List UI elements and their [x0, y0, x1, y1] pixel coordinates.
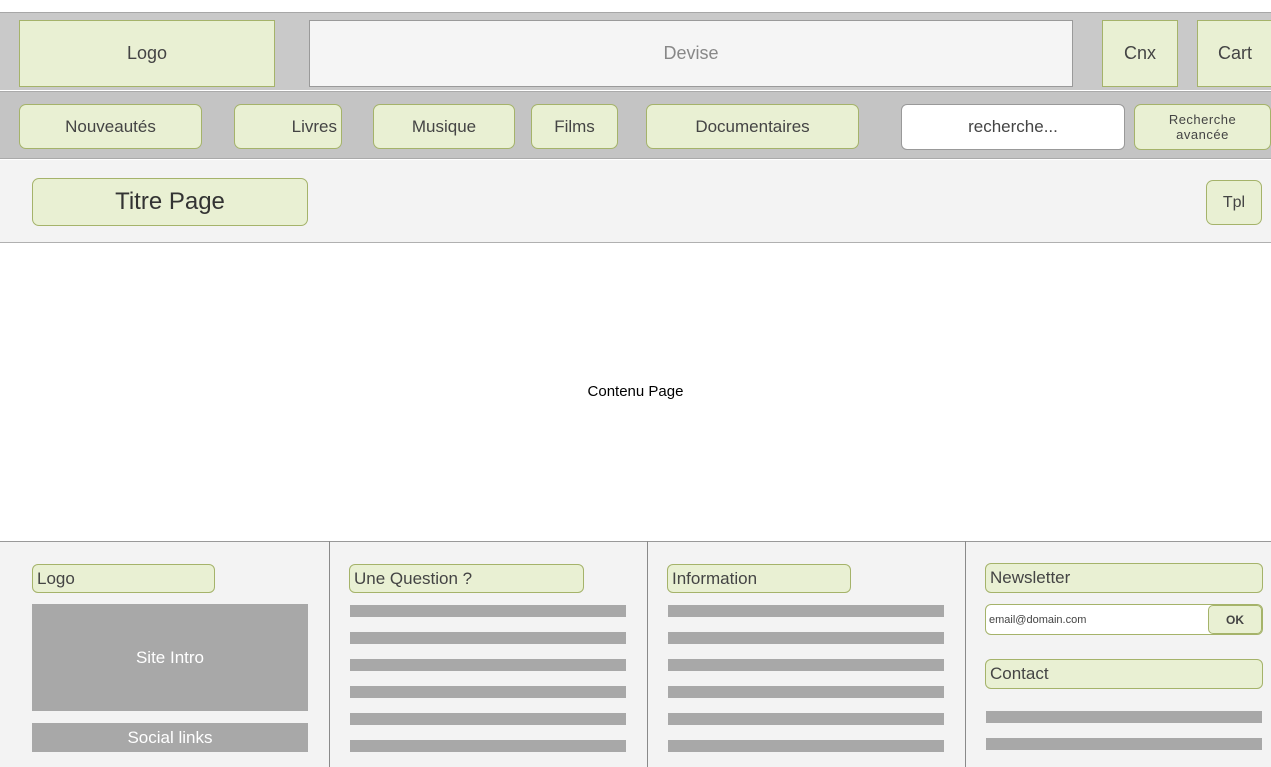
nav-item-nouveautes[interactable]: Nouveautés	[19, 104, 202, 149]
newsletter-heading: Newsletter	[985, 563, 1263, 593]
placeholder-line	[350, 605, 626, 617]
newsletter-ok-button[interactable]: OK	[1208, 605, 1262, 634]
footer-divider	[647, 541, 648, 767]
placeholder-line	[350, 659, 626, 671]
tagline-banner: Devise	[309, 20, 1073, 87]
footer-divider	[329, 541, 330, 767]
site-intro-block: Site Intro	[32, 604, 308, 711]
placeholder-line	[668, 713, 944, 725]
cart-button[interactable]: Cart	[1197, 20, 1271, 87]
placeholder-line	[350, 632, 626, 644]
nav-item-documentaires[interactable]: Documentaires	[646, 104, 859, 149]
information-heading: Information	[667, 564, 851, 593]
placeholder-line	[668, 605, 944, 617]
placeholder-line	[350, 686, 626, 698]
header-logo[interactable]: Logo	[19, 20, 275, 87]
placeholder-line	[668, 740, 944, 752]
page-title: Titre Page	[32, 178, 308, 226]
search-input[interactable]: recherche...	[901, 104, 1125, 150]
placeholder-line	[986, 738, 1262, 750]
nav-item-musique[interactable]: Musique	[373, 104, 515, 149]
footer-logo[interactable]: Logo	[32, 564, 215, 593]
placeholder-line	[668, 686, 944, 698]
placeholder-line	[668, 632, 944, 644]
advanced-search-button[interactable]: Recherche avancée	[1134, 104, 1271, 150]
placeholder-line	[986, 711, 1262, 723]
social-links[interactable]: Social links	[32, 723, 308, 752]
question-heading: Une Question ?	[349, 564, 584, 593]
nav-item-films[interactable]: Films	[531, 104, 618, 149]
contact-heading[interactable]: Contact	[985, 659, 1263, 689]
placeholder-line	[668, 659, 944, 671]
placeholder-line	[350, 713, 626, 725]
nav-item-livres[interactable]: Livres	[234, 104, 342, 149]
email-field[interactable]: email@domain.com	[989, 605, 1204, 634]
template-button[interactable]: Tpl	[1206, 180, 1262, 225]
login-button[interactable]: Cnx	[1102, 20, 1178, 87]
footer-divider	[965, 541, 966, 767]
page-content-label: Contenu Page	[587, 383, 684, 400]
placeholder-line	[350, 740, 626, 752]
